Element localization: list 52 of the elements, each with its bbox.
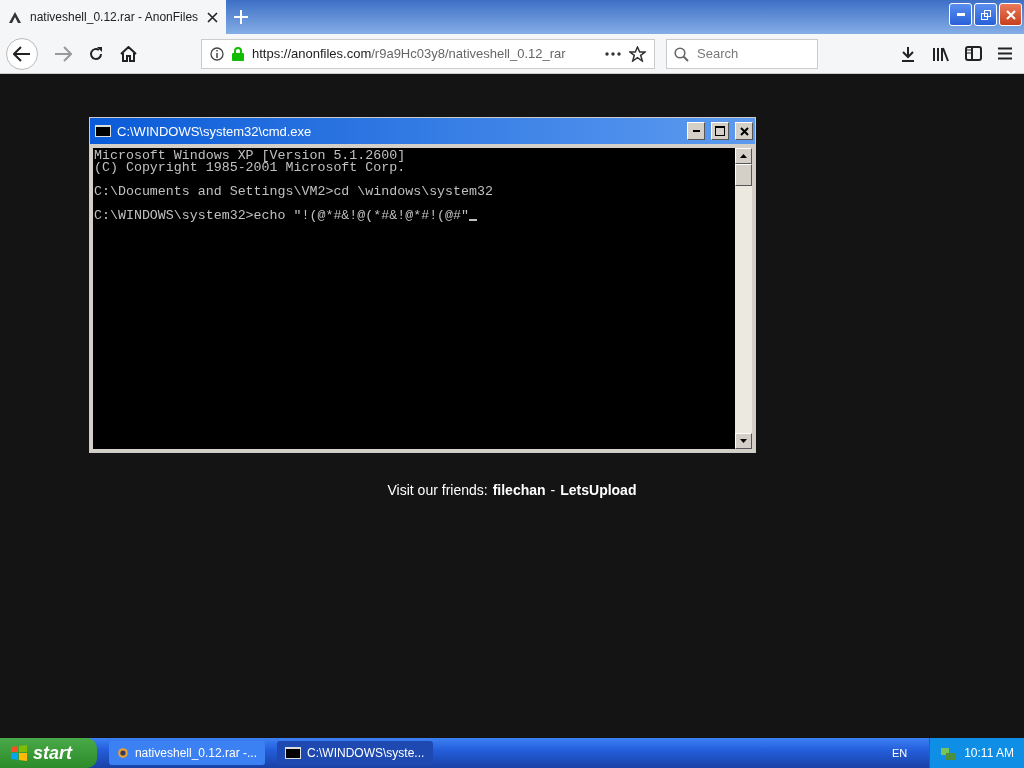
window-titlebar: C:\WINDOWS\system32\cmd.exe: [90, 118, 755, 144]
restore-button[interactable]: [974, 3, 997, 26]
sidebar-icon[interactable]: [965, 46, 982, 61]
maximize-icon: [715, 126, 725, 136]
forward-icon[interactable]: [54, 45, 72, 62]
minimize-icon: [692, 130, 700, 132]
lock-icon: [232, 46, 244, 61]
more-icon[interactable]: [605, 51, 621, 56]
minimize-icon: [956, 13, 965, 16]
search-icon: [674, 46, 689, 62]
scroll-down-icon[interactable]: [740, 439, 747, 443]
address-bar[interactable]: https://anonfiles.com/r9a9Hc03y8/nativeshell_0.12_rar: [201, 38, 655, 69]
back-arrow-icon: [13, 45, 31, 62]
scrollbar[interactable]: [735, 148, 752, 449]
library-icon[interactable]: [932, 45, 949, 62]
close-icon: [739, 126, 749, 136]
close-button[interactable]: [735, 122, 753, 140]
new-tab-icon[interactable]: [234, 10, 248, 24]
menu-icon[interactable]: [998, 47, 1012, 60]
star-icon[interactable]: [629, 45, 646, 62]
start-button[interactable]: start: [0, 738, 97, 768]
browser-icon: [117, 746, 129, 760]
scroll-up-icon[interactable]: [740, 154, 747, 158]
browser-tab[interactable]: nativeshell_0.12.rar - AnonFiles: [0, 0, 226, 34]
scroll-thumb[interactable]: [735, 164, 752, 186]
reload-icon[interactable]: [88, 45, 104, 62]
console-line: (C) Copyright 1985-2001 Microsoft Corp.: [94, 162, 406, 174]
home-icon[interactable]: [120, 45, 137, 62]
close-icon: [1005, 9, 1016, 20]
console-icon: [285, 747, 301, 759]
taskbar-button[interactable]: nativeshell_0.12.rar -...: [109, 741, 265, 765]
back-button[interactable]: [6, 37, 38, 70]
friends-label: Visit our friends:: [387, 482, 488, 498]
maximize-button[interactable]: [711, 122, 729, 140]
console-icon: [95, 125, 111, 137]
clock: 10:11 AM: [964, 746, 1014, 760]
search-field[interactable]: Search: [666, 38, 818, 69]
link-separator: -: [550, 482, 556, 498]
windows-logo-icon: [10, 745, 28, 761]
info-icon[interactable]: [210, 46, 224, 61]
restore-icon: [980, 9, 991, 20]
language-indicator[interactable]: EN: [891, 747, 908, 759]
console-line: C:\Documents and Settings\VM2>cd \windows\system32: [94, 186, 493, 198]
console-line: Microsoft Windows XP [Version 5.1.2600]: [94, 150, 406, 162]
friend-link[interactable]: filechan: [492, 482, 546, 498]
site-icon: [8, 11, 22, 23]
download-icon[interactable]: [900, 45, 916, 62]
console-line: C:\WINDOWS\system32>echo "!(@*#&!@(*#&!@*#!(@#": [94, 210, 470, 222]
friend-link[interactable]: LetsUpload: [560, 482, 637, 498]
minimize-button[interactable]: [687, 122, 705, 140]
close-icon[interactable]: [207, 11, 218, 23]
taskbar-button[interactable]: C:\WINDOWS\syste...: [277, 741, 433, 765]
